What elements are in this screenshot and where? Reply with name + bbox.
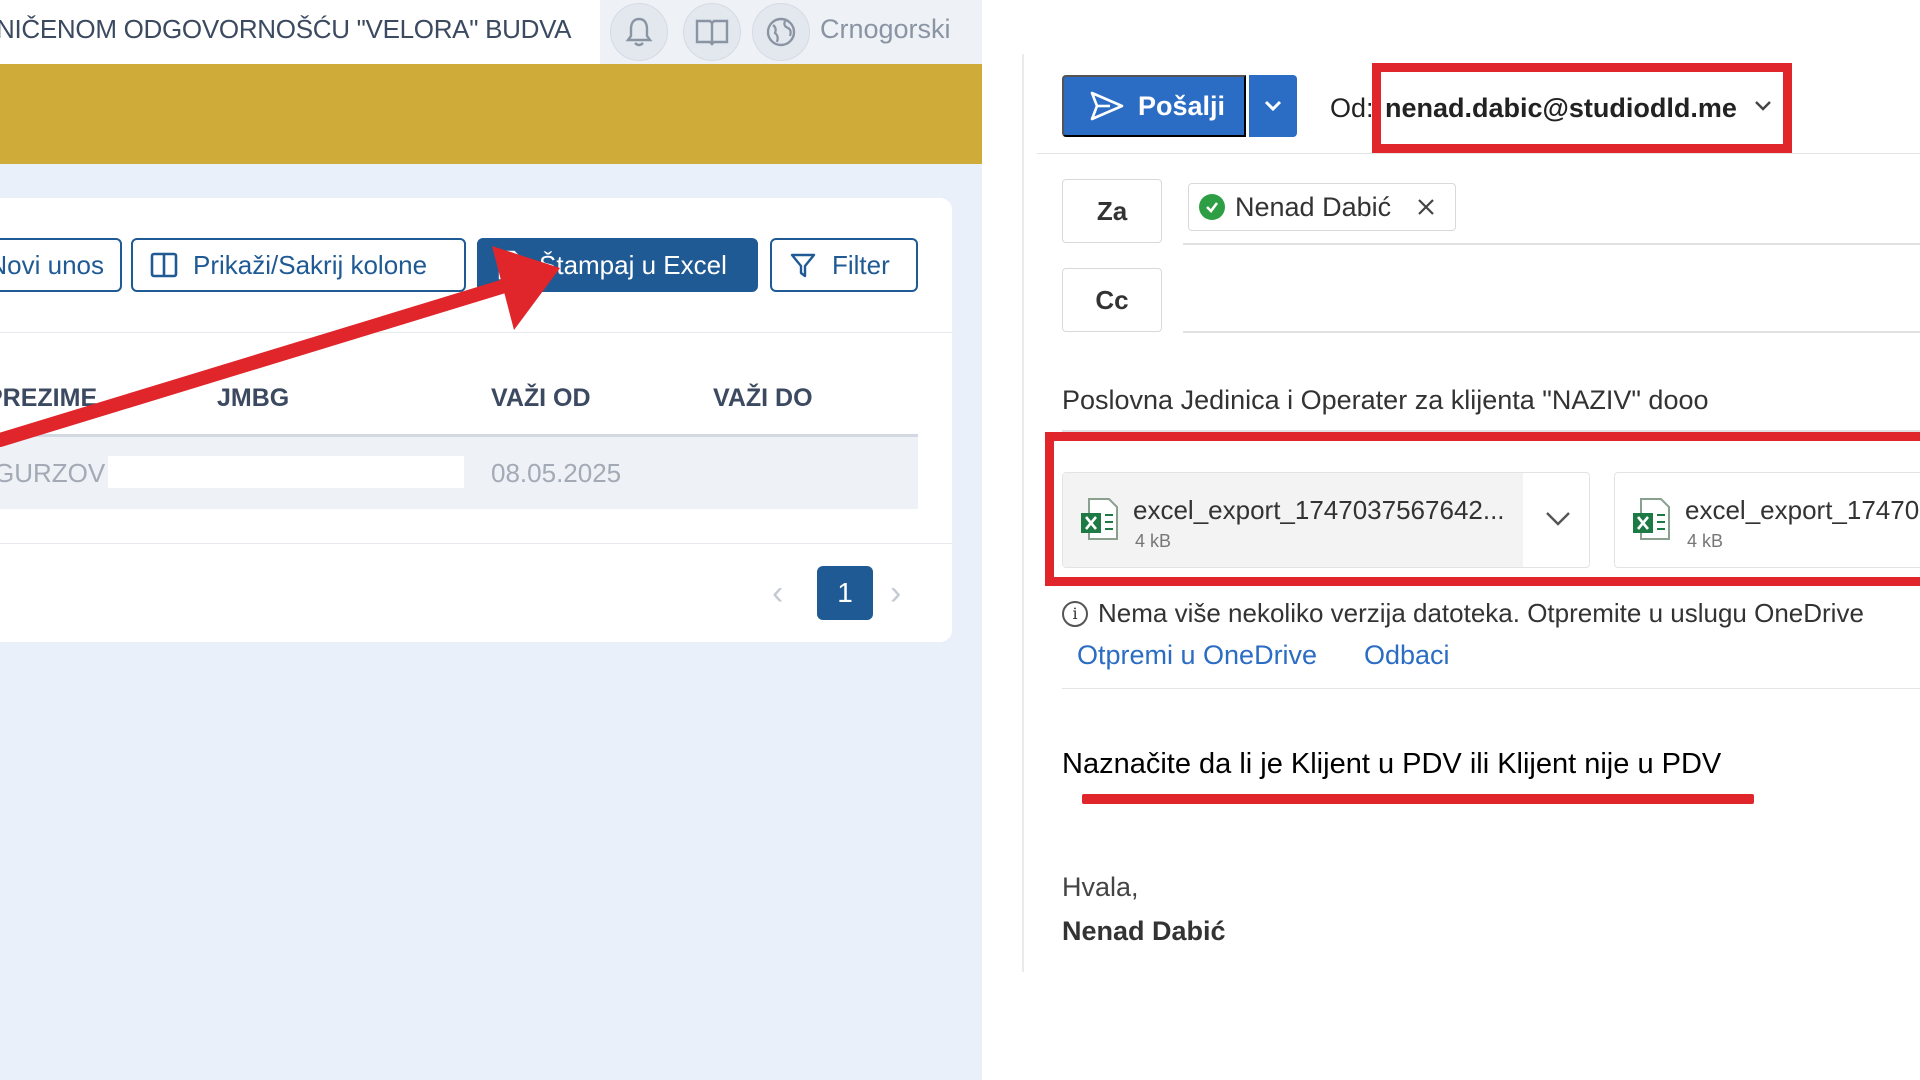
upload-onedrive-link[interactable]: Otpremi u OneDrive <box>1077 640 1317 671</box>
subject-field[interactable]: Poslovna Jedinica i Operater za klijenta… <box>1062 385 1709 416</box>
send-button[interactable]: Pošalji <box>1062 75 1246 137</box>
annotation-box-from <box>1372 63 1792 153</box>
cc-button[interactable]: Cc <box>1062 268 1162 332</box>
cc-field-underline[interactable] <box>1183 331 1920 333</box>
dismiss-link[interactable]: Odbaci <box>1364 640 1450 671</box>
to-button[interactable]: Za <box>1062 179 1162 243</box>
remove-recipient-close-icon[interactable] <box>1415 196 1437 218</box>
info-text: Nema više nekoliko verzija datoteka. Otp… <box>1098 598 1864 628</box>
send-icon <box>1090 91 1124 121</box>
info-icon: i <box>1062 600 1088 627</box>
chevron-down-icon <box>1264 100 1282 112</box>
from-label: Od: <box>1330 93 1374 123</box>
recipient-chip[interactable]: Nenad Dabić <box>1188 183 1456 231</box>
onedrive-info-message: i Nema više nekoliko verzija datoteka. O… <box>1062 598 1864 629</box>
send-label: Pošalji <box>1138 90 1226 121</box>
message-body-line[interactable]: Naznačite da li je Klijent u PDV ili Kli… <box>1062 748 1721 781</box>
check-circle-icon <box>1199 194 1225 220</box>
annotation-underline <box>1082 794 1754 804</box>
info-divider <box>1062 688 1920 689</box>
annotation-box-attachments <box>1045 432 1920 586</box>
screenshot-stage: NIČENOM ODGOVORNOŠĆU "VELORA" BUDVA Crno… <box>0 0 1920 1080</box>
recipient-name: Nenad Dabić <box>1235 191 1392 222</box>
annotation-arrow <box>0 246 560 447</box>
message-signature[interactable]: Nenad Dabić <box>1062 916 1226 947</box>
to-field-underline <box>1183 243 1920 245</box>
message-closing[interactable]: Hvala, <box>1062 872 1139 903</box>
send-options-button[interactable] <box>1249 75 1297 137</box>
